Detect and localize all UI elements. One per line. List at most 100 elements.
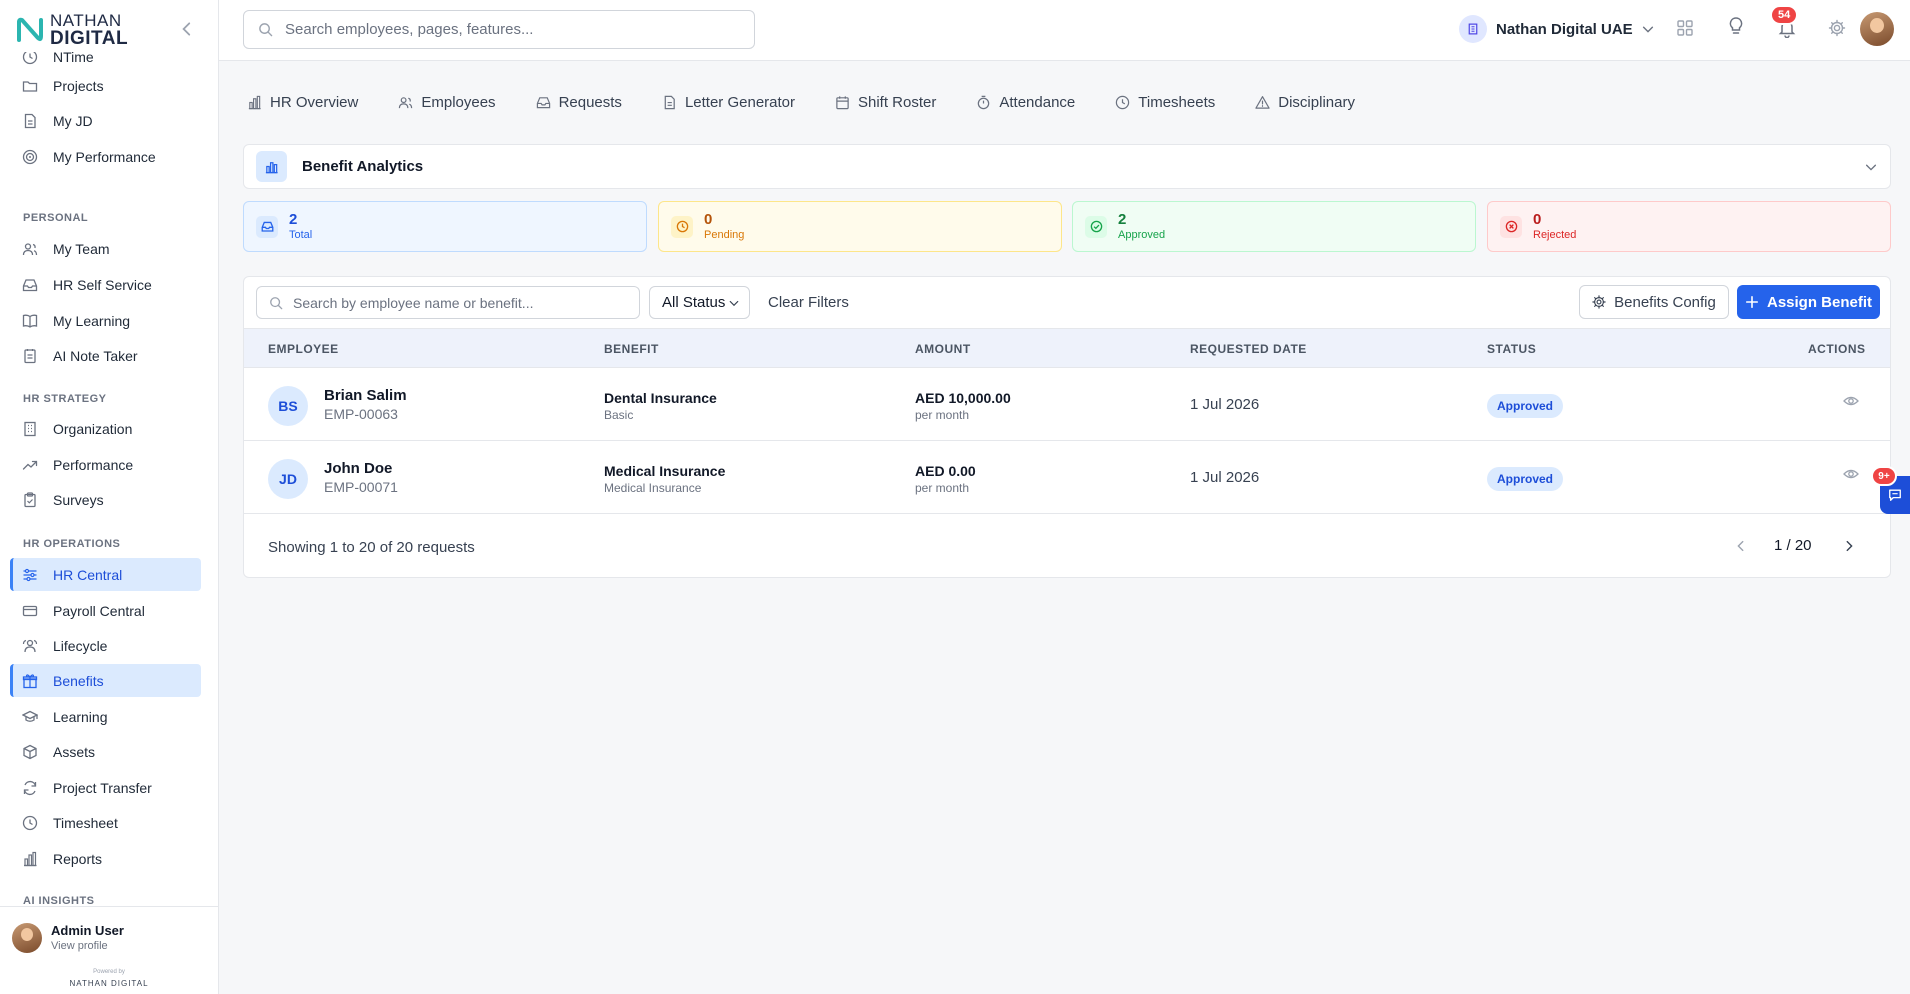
sidebar-item-label: AI Note Taker	[53, 347, 138, 364]
column-header-employee[interactable]: EMPLOYEE	[268, 342, 339, 356]
clipboard-icon	[24, 491, 36, 507]
user-profile[interactable]: Admin User View profile Powered by NATHA…	[0, 906, 218, 994]
sidebar-item-projects[interactable]: Projects	[10, 69, 201, 102]
sidebar-item-label: My Learning	[53, 312, 131, 329]
employee-id: EMP-00063	[324, 406, 398, 422]
sidebar-item-label: Assets	[53, 743, 96, 760]
eye-icon[interactable]	[1843, 466, 1859, 482]
section-label-ai-insights: AI INSIGHTS	[23, 895, 95, 904]
table-row[interactable]: JD John Doe EMP-00071 Medical Insurance …	[244, 441, 1890, 514]
column-header-amount[interactable]: AMOUNT	[915, 342, 971, 356]
sidebar-item-label: HR Self Service	[53, 276, 152, 293]
stat-card-rejected[interactable]: 0 Rejected	[1487, 201, 1891, 252]
logo[interactable]: NATHAN DIGITAL	[0, 0, 218, 60]
stat-card-total[interactable]: 2 Total	[243, 201, 647, 252]
status-filter-select[interactable]: All Status	[649, 286, 750, 319]
user-name: Admin User	[51, 923, 124, 938]
tab-disciplinary[interactable]: Disciplinary	[1255, 94, 1355, 111]
sidebar-item-assets[interactable]: Assets	[10, 735, 201, 768]
sidebar-item-timesheet[interactable]: Timesheet	[10, 806, 201, 839]
chevron-left-icon[interactable]	[178, 20, 196, 38]
filter-bar: All Status Clear Filters Benefits Config…	[244, 277, 1890, 328]
user-avatar[interactable]	[1860, 12, 1894, 46]
page-indicator: 1 / 20	[1774, 537, 1812, 554]
tab-label: Timesheets	[1138, 93, 1216, 111]
notepad-icon	[24, 348, 36, 363]
column-header-status[interactable]: STATUS	[1487, 342, 1536, 356]
sliders-icon	[23, 568, 37, 581]
sidebar-item-my-learning[interactable]: My Learning	[10, 304, 201, 337]
benefits-table-panel: All Status Clear Filters Benefits Config…	[243, 276, 1891, 578]
tab-label: Shift Roster	[858, 93, 937, 111]
clear-filters-button[interactable]: Clear Filters	[768, 294, 849, 311]
stat-label: Total	[289, 229, 313, 241]
assign-benefit-button[interactable]: Assign Benefit	[1737, 285, 1880, 319]
lightbulb-icon[interactable]	[1726, 16, 1746, 36]
stat-value: 2	[1118, 211, 1127, 228]
apps-grid-icon[interactable]	[1675, 18, 1695, 38]
sidebar-item-performance[interactable]: Performance	[10, 448, 201, 481]
tab-shift-roster[interactable]: Shift Roster	[835, 94, 936, 111]
tab-label: Employees	[421, 93, 496, 111]
column-header-requested-date[interactable]: REQUESTED DATE	[1190, 342, 1307, 356]
clock-icon	[22, 52, 38, 64]
tab-employees[interactable]: Employees	[398, 93, 496, 111]
view-profile-link[interactable]: View profile	[51, 940, 108, 952]
sidebar-item-my-team[interactable]: My Team	[10, 232, 201, 265]
sidebar-item-my-performance[interactable]: My Performance	[10, 140, 201, 173]
chevron-down-icon[interactable]	[1864, 160, 1878, 174]
tab-timesheets[interactable]: Timesheets	[1115, 94, 1215, 111]
clock-icon	[671, 215, 693, 238]
sidebar-item-label: Learning	[53, 708, 108, 725]
eye-icon[interactable]	[1843, 393, 1859, 409]
organization-switcher[interactable]: Nathan Digital UAE	[1459, 15, 1655, 43]
target-icon	[22, 149, 38, 164]
sidebar-item-hr-self-service[interactable]: HR Self Service	[10, 268, 201, 301]
graduation-cap-icon	[22, 710, 38, 722]
gear-icon[interactable]	[1827, 18, 1847, 38]
x-circle-icon	[1500, 215, 1522, 238]
sidebar-item-payroll-central[interactable]: Payroll Central	[10, 594, 201, 627]
sidebar-item-label: Performance	[53, 456, 134, 473]
stat-value: 2	[289, 211, 298, 228]
sidebar-item-organization[interactable]: Organization	[10, 412, 201, 445]
table-row[interactable]: BS Brian Salim EMP-00063 Dental Insuranc…	[244, 368, 1890, 441]
section-label-personal: PERSONAL	[23, 212, 89, 224]
benefits-config-label: Benefits Config	[1614, 293, 1716, 311]
sidebar-item-hr-central[interactable]: HR Central	[10, 558, 201, 591]
benefits-config-button[interactable]: Benefits Config	[1579, 285, 1729, 319]
stat-label: Rejected	[1533, 229, 1577, 241]
chevron-right-icon[interactable]	[1842, 539, 1856, 553]
file-icon	[24, 113, 36, 128]
sidebar-item-benefits[interactable]: Benefits	[10, 664, 201, 697]
stat-card-pending[interactable]: 0 Pending	[658, 201, 1062, 252]
stat-card-approved[interactable]: 2 Approved	[1072, 201, 1476, 252]
benefit-search-input[interactable]	[293, 294, 633, 311]
sidebar-item-lifecycle[interactable]: Lifecycle	[10, 629, 201, 662]
global-search[interactable]	[243, 10, 755, 49]
benefit-search[interactable]	[256, 286, 640, 319]
column-header-benefit[interactable]: BENEFIT	[604, 342, 659, 356]
benefit-analytics-panel[interactable]: Benefit Analytics	[243, 144, 1891, 189]
employee-name: John Doe	[324, 460, 393, 477]
tab-label: Attendance	[999, 93, 1076, 111]
sidebar-item-label: My JD	[53, 112, 93, 129]
tab-requests[interactable]: Requests	[536, 94, 622, 111]
sidebar-item-project-transfer[interactable]: Project Transfer	[10, 771, 201, 804]
search-input[interactable]	[285, 21, 725, 38]
chevron-left-icon[interactable]	[1734, 539, 1748, 553]
sidebar-item-my-jd[interactable]: My JD	[10, 104, 201, 137]
sidebar-item-learning[interactable]: Learning	[10, 700, 201, 733]
amount-period: per month	[915, 408, 970, 422]
sidebar-item-reports[interactable]: Reports	[10, 842, 201, 875]
trend-icon	[22, 460, 38, 470]
sidebar-item-ai-note-taker[interactable]: AI Note Taker	[10, 339, 201, 372]
sidebar-item-label: Project Transfer	[53, 779, 152, 796]
tab-attendance[interactable]: Attendance	[976, 94, 1075, 111]
sidebar-item-surveys[interactable]: Surveys	[10, 483, 201, 516]
tab-letter-generator[interactable]: Letter Generator	[662, 94, 795, 111]
sidebar-item-label: Payroll Central	[53, 602, 145, 619]
logo-text: NATHAN DIGITAL	[50, 11, 129, 49]
tab-hr-overview[interactable]: HR Overview	[247, 94, 358, 111]
employee-name: Brian Salim	[324, 387, 407, 404]
